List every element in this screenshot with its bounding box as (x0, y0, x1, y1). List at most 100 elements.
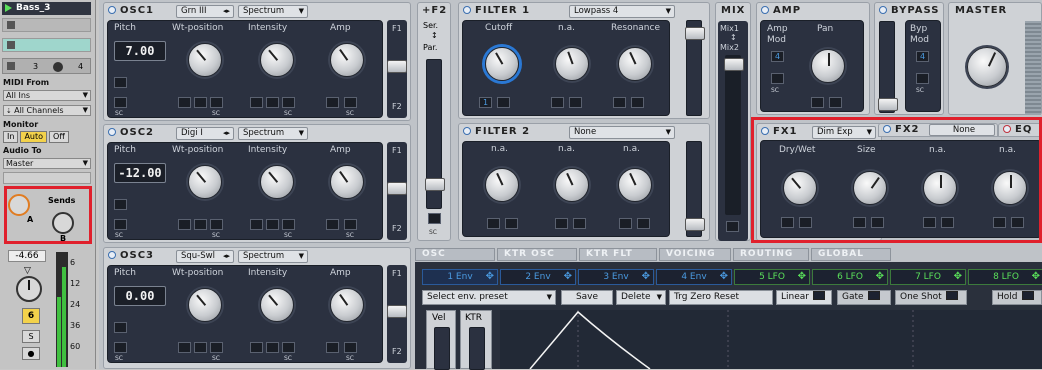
move-icon[interactable]: ✥ (1032, 270, 1040, 284)
mod-slot[interactable] (282, 342, 295, 353)
mod-slot[interactable] (619, 218, 632, 229)
bypass-power-led[interactable] (879, 6, 887, 14)
move-icon[interactable]: ✥ (798, 270, 806, 284)
amp-knob[interactable] (330, 165, 364, 199)
env-button[interactable]: 4 Env ✥ (656, 269, 732, 285)
tab-global[interactable]: GLOBAL (811, 248, 891, 261)
audio-to-select[interactable]: Master ▼ (3, 158, 91, 169)
delete-dropdown[interactable]: Delete ▼ (616, 290, 666, 305)
bypass-slider[interactable] (878, 21, 898, 113)
intensity-knob[interactable] (260, 288, 294, 322)
filter2-knob[interactable] (485, 168, 519, 202)
mod-slot[interactable] (916, 73, 929, 84)
slider-thumb[interactable] (425, 178, 445, 191)
arm-button[interactable]: ● (22, 347, 40, 360)
slider-thumb[interactable] (878, 98, 898, 111)
amp-knob[interactable] (330, 288, 364, 322)
lfo-button[interactable]: 7 LFO ✥ (890, 269, 966, 285)
solo-button[interactable]: S (22, 330, 40, 343)
mod-slot[interactable] (114, 97, 127, 108)
tab-ktr-flt[interactable]: KTR FLT (579, 248, 657, 261)
mod-slot[interactable] (210, 219, 223, 230)
slider-thumb[interactable] (685, 218, 705, 231)
track-number-button[interactable]: 6 (22, 308, 40, 324)
mod-slot[interactable] (326, 97, 339, 108)
mod-slot[interactable] (555, 218, 568, 229)
byp-mod-value[interactable]: 4 (916, 51, 929, 62)
mod-slot[interactable] (178, 219, 191, 230)
mod-slot[interactable] (266, 97, 279, 108)
wt-position-knob[interactable] (188, 43, 222, 77)
lfo-button[interactable]: 5 LFO ✥ (734, 269, 810, 285)
mod-slot[interactable] (811, 97, 824, 108)
midi-from-select[interactable]: All Ins ▼ (3, 90, 91, 101)
mod-slot[interactable] (326, 219, 339, 230)
filter1-level-slider[interactable] (685, 20, 705, 116)
osc-power-led[interactable] (108, 6, 116, 14)
filter2-knob[interactable] (555, 168, 589, 202)
mod-slot[interactable] (114, 77, 127, 88)
mod-slot[interactable] (178, 97, 191, 108)
move-icon[interactable]: ✥ (564, 270, 572, 284)
env-preset-dropdown[interactable]: Select env. preset ▼ (422, 290, 556, 305)
move-icon[interactable]: ✥ (954, 270, 962, 284)
mod-slot[interactable] (637, 218, 650, 229)
f2-mod-slot[interactable] (428, 213, 441, 224)
mod-slot[interactable] (573, 218, 586, 229)
clip-slot[interactable] (2, 38, 91, 52)
osc-mode-dropdown[interactable]: Spectrum ▼ (238, 250, 308, 263)
mod-slot[interactable] (194, 342, 207, 353)
env-button[interactable]: 2 Env ✥ (500, 269, 576, 285)
mod-slot[interactable] (114, 199, 127, 210)
move-icon[interactable]: ✥ (876, 270, 884, 284)
mod-slot[interactable] (114, 342, 127, 353)
filter2-type-dropdown[interactable]: None ▼ (569, 126, 675, 139)
cutoff-knob[interactable] (485, 47, 519, 81)
pitch-value[interactable]: 0.00 (114, 286, 166, 306)
mod-slot[interactable] (505, 218, 518, 229)
wt-position-knob[interactable] (188, 288, 222, 322)
trg-zero-reset-toggle[interactable]: Trg Zero Reset (669, 290, 773, 305)
f2-routing-slider[interactable] (425, 59, 445, 209)
mod-slot[interactable] (114, 219, 127, 230)
move-icon[interactable]: ✥ (486, 270, 494, 284)
save-button[interactable]: Save (561, 290, 613, 305)
mod-slot[interactable] (178, 342, 191, 353)
master-volume-knob[interactable] (967, 47, 1007, 87)
osc-mode-dropdown[interactable]: Spectrum ▼ (238, 127, 308, 140)
mod-slot[interactable] (282, 97, 295, 108)
play-icon[interactable] (5, 4, 12, 12)
knob-icon[interactable] (53, 62, 63, 72)
monitor-auto-button[interactable]: Auto (20, 131, 48, 143)
mod-slot[interactable] (344, 219, 357, 230)
pan-knob[interactable] (811, 49, 845, 83)
mod-slot[interactable] (829, 97, 842, 108)
mod-slot[interactable] (551, 97, 564, 108)
mod-slot[interactable] (344, 342, 357, 353)
wt-position-knob[interactable] (188, 165, 222, 199)
linear-toggle[interactable]: Linear (776, 290, 832, 305)
pitch-value[interactable]: 7.00 (114, 41, 166, 61)
move-icon[interactable]: ✥ (642, 270, 650, 284)
osc-wave-dropdown[interactable]: Squ-Swl ◂▸ (176, 250, 234, 263)
mod-slot[interactable] (194, 97, 207, 108)
lfo-button[interactable]: 8 LFO ✥ (968, 269, 1042, 285)
filter1-env-slot[interactable]: 1 (479, 97, 492, 108)
track-header[interactable]: Bass_3 (2, 2, 91, 15)
filter2-knob[interactable] (618, 168, 652, 202)
slider-thumb[interactable] (724, 58, 744, 71)
osc-power-led[interactable] (108, 251, 116, 259)
filter1-type-dropdown[interactable]: Lowpass 4 ▼ (569, 5, 675, 18)
mix-slider[interactable] (724, 55, 744, 215)
ktr-slider[interactable] (469, 327, 485, 370)
mod-slot[interactable] (250, 219, 263, 230)
mod-slot[interactable] (194, 219, 207, 230)
intensity-knob[interactable] (260, 165, 294, 199)
oneshot-toggle[interactable]: One Shot (895, 290, 967, 305)
mod-slot[interactable] (114, 322, 127, 333)
lfo-button[interactable]: 6 LFO ✥ (812, 269, 888, 285)
slider-thumb[interactable] (685, 27, 705, 40)
hold-toggle[interactable]: Hold (992, 290, 1042, 305)
route-slider-thumb[interactable] (387, 182, 407, 195)
mod-slot[interactable] (250, 97, 263, 108)
